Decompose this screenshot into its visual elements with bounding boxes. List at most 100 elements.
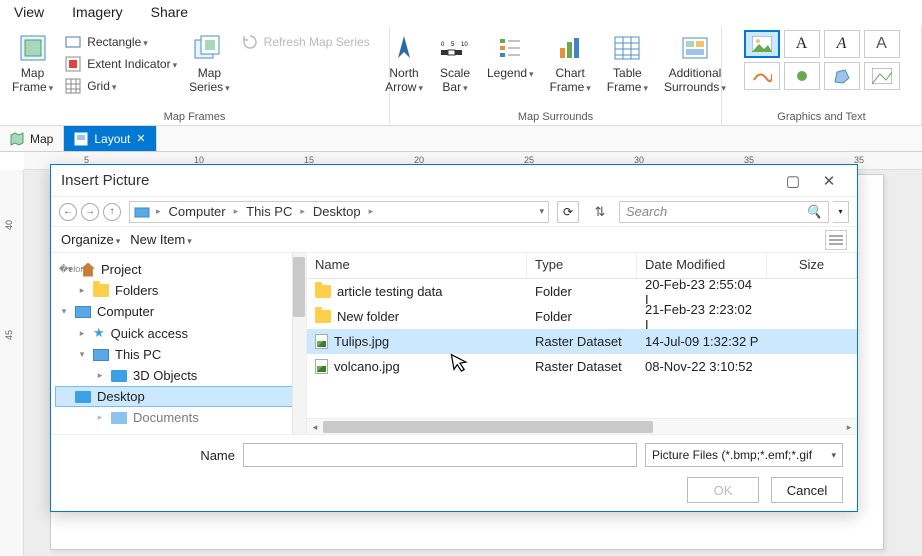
picture-icon: [752, 36, 772, 52]
point-icon: [794, 68, 810, 84]
text-tool-a3[interactable]: A: [864, 30, 900, 58]
file-type: Folder: [527, 284, 637, 299]
maximize-button[interactable]: ▢: [775, 167, 811, 195]
text-tool-a2[interactable]: A: [824, 30, 860, 58]
legend-icon: [494, 32, 526, 64]
folder-icon: [315, 310, 331, 323]
tree-quick-access[interactable]: ▸★Quick access: [55, 322, 302, 344]
ribbon-tab-imagery[interactable]: Imagery: [72, 4, 123, 20]
group-label-graphics: Graphics and Text: [777, 111, 865, 123]
col-header-type[interactable]: Type: [527, 253, 637, 278]
drive-icon: [134, 205, 150, 219]
tree-project[interactable]: �elor▾Project: [55, 259, 302, 280]
project-icon: [81, 263, 95, 277]
table-frame-button[interactable]: Table Frame: [603, 30, 652, 96]
file-type: Folder: [527, 309, 637, 324]
col-header-date[interactable]: Date Modified: [637, 253, 767, 278]
organize-menu[interactable]: Organize: [61, 232, 120, 247]
cancel-button[interactable]: Cancel: [771, 477, 843, 503]
file-filter-select[interactable]: Picture Files (*.bmp;*.emf;*.gif: [645, 443, 843, 467]
tree-documents[interactable]: ▸Documents: [55, 407, 302, 428]
search-options-button[interactable]: ▾: [833, 201, 849, 223]
picture-tool[interactable]: [744, 30, 780, 58]
file-date: 14-Jul-09 1:32:32 P: [637, 334, 767, 349]
3d-objects-icon: [111, 370, 127, 382]
col-header-size[interactable]: Size: [767, 253, 857, 278]
north-arrow-button[interactable]: North Arrow: [381, 30, 427, 96]
extent-indicator-icon: [65, 56, 81, 72]
tree-computer[interactable]: ▾Computer: [55, 301, 302, 322]
file-row[interactable]: volcano.jpgRaster Dataset08-Nov-22 3:10:…: [307, 354, 857, 379]
pc-icon: [93, 349, 109, 361]
graphic-tool[interactable]: [864, 62, 900, 90]
svg-text:0: 0: [441, 42, 445, 48]
file-row[interactable]: New folder Folder21-Feb-23 2:23:02 I: [307, 304, 857, 329]
col-header-name[interactable]: Name: [307, 253, 527, 278]
refresh-button[interactable]: ⟳: [557, 201, 579, 223]
scale-bar-button[interactable]: 0510 Scale Bar: [435, 30, 475, 96]
point-tool[interactable]: [784, 62, 820, 90]
file-row[interactable]: article testing dataFolder20-Feb-23 2:55…: [307, 279, 857, 304]
sort-button[interactable]: ⇅: [589, 201, 611, 223]
search-input[interactable]: Search 🔍: [619, 201, 829, 223]
map-icon: [10, 132, 24, 146]
file-type: Raster Dataset: [527, 359, 637, 374]
legend-button[interactable]: Legend: [483, 30, 538, 82]
nav-up-button[interactable]: ↑: [103, 203, 121, 221]
layout-icon: [74, 132, 88, 146]
path-bar[interactable]: ▸ Computer ▸ This PC ▸ Desktop ▸ ▾: [129, 201, 549, 223]
grid-icon: [65, 78, 81, 94]
crumb-this-pc[interactable]: This PC: [240, 204, 298, 219]
file-row[interactable]: Tulips.jpg Raster Dataset14-Jul-09 1:32:3…: [307, 329, 857, 354]
search-icon: 🔍: [806, 204, 822, 220]
ribbon-tab-view[interactable]: View: [14, 4, 44, 20]
tree-folders[interactable]: ▸Folders: [55, 280, 302, 301]
graphic-icon: [872, 68, 892, 84]
folder-icon: [315, 285, 331, 298]
polygon-tool[interactable]: [824, 62, 860, 90]
line-tool[interactable]: [744, 62, 780, 90]
text-tool-a1[interactable]: A: [784, 30, 820, 58]
file-date: 08-Nov-22 3:10:52: [637, 359, 767, 374]
star-icon: ★: [93, 325, 105, 341]
file-list-hscroll[interactable]: ◂ ▸: [307, 418, 857, 434]
image-file-icon: [315, 359, 328, 374]
tree-this-pc[interactable]: ▾This PC: [55, 344, 302, 365]
file-type: Raster Dataset: [527, 334, 637, 349]
file-list-header[interactable]: Name Type Date Modified Size: [307, 253, 857, 279]
doc-tab-layout[interactable]: Layout ✕: [64, 126, 156, 151]
new-item-menu[interactable]: New Item: [130, 232, 191, 247]
map-series-icon: [193, 32, 225, 64]
nav-back-button[interactable]: ←: [59, 203, 77, 221]
crumb-desktop[interactable]: Desktop: [307, 204, 367, 219]
view-mode-button[interactable]: [825, 230, 847, 250]
ruler-vertical: 40 45: [0, 170, 24, 556]
refresh-icon: [242, 34, 258, 50]
close-button[interactable]: ✕: [811, 167, 847, 195]
grid-button[interactable]: Grid: [65, 76, 177, 96]
refresh-map-series-button: Refresh Map Series: [242, 30, 370, 52]
extent-indicator-button[interactable]: Extent Indicator: [65, 54, 177, 74]
tree-desktop[interactable]: Desktop: [55, 386, 302, 407]
rectangle-icon: [65, 34, 81, 50]
file-name: Tulips.jpg: [334, 334, 389, 349]
rectangle-button[interactable]: Rectangle: [65, 32, 177, 52]
filename-input[interactable]: [243, 443, 637, 467]
tree-3d-objects[interactable]: ▸3D Objects: [55, 365, 302, 386]
file-name: New folder: [337, 309, 399, 324]
additional-surrounds-button[interactable]: Additional Surrounds: [660, 30, 730, 96]
doc-tab-map[interactable]: Map: [0, 126, 64, 151]
close-icon[interactable]: ✕: [136, 132, 145, 145]
file-name: article testing data: [337, 284, 443, 299]
ribbon-tab-share[interactable]: Share: [151, 4, 188, 20]
north-arrow-icon: [388, 32, 420, 64]
folder-tree[interactable]: �elor▾Project ▸Folders ▾Computer ▸★Quick…: [51, 253, 307, 434]
map-frame-button[interactable]: Map Frame: [8, 30, 57, 96]
chart-frame-icon: [554, 32, 586, 64]
tree-scrollbar[interactable]: [292, 253, 306, 434]
nav-forward-button[interactable]: →: [81, 203, 99, 221]
crumb-computer[interactable]: Computer: [163, 204, 232, 219]
file-date: 21-Feb-23 2:23:02 I: [637, 302, 767, 332]
chart-frame-button[interactable]: Chart Frame: [546, 30, 595, 96]
map-series-button[interactable]: Map Series: [185, 30, 234, 96]
